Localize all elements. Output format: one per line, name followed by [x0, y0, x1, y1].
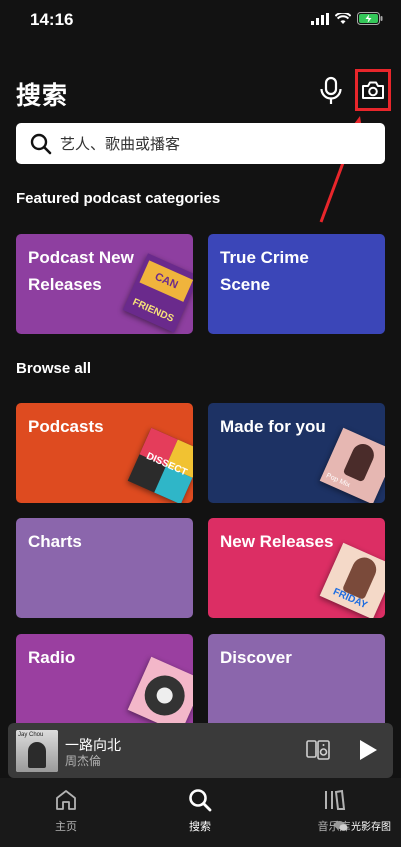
wechat-icon	[334, 820, 348, 831]
tab-search[interactable]: 搜索	[160, 788, 240, 834]
search-input[interactable]: 艺人、歌曲或播客	[16, 123, 385, 164]
wifi-icon	[335, 12, 351, 24]
play-icon[interactable]	[358, 739, 378, 761]
tile-label: Radio	[28, 648, 76, 667]
tile-charts[interactable]: Charts	[16, 518, 193, 618]
tile-label: New Releases	[220, 532, 334, 551]
now-playing-bar[interactable]: Jay Chou 一路向北 周杰倫	[8, 723, 393, 778]
search-icon	[30, 133, 52, 154]
cover-text: FRIENDS	[130, 296, 176, 325]
search-icon	[189, 789, 212, 812]
battery-charging-icon	[357, 12, 383, 25]
camera-button[interactable]	[355, 69, 391, 111]
section-title-browse: Browse all	[16, 360, 92, 377]
tab-label: 搜索	[189, 821, 211, 833]
song-artist: 周杰倫	[65, 754, 102, 768]
tile-label: Podcasts	[28, 417, 104, 436]
tile-true-crime-scene[interactable]: True Crime Scene	[208, 234, 385, 334]
status-time: 14:16	[30, 10, 74, 29]
tile-label: Charts	[28, 532, 82, 551]
section-title-featured: Featured podcast categories	[16, 190, 221, 207]
camera-icon	[362, 81, 384, 99]
connect-device-icon[interactable]	[306, 738, 330, 762]
tile-discover[interactable]: Discover	[208, 634, 385, 734]
page-title: 搜索	[16, 82, 69, 110]
tab-home[interactable]: 主页	[26, 788, 106, 834]
tile-new-releases[interactable]: New Releases FRIDAY	[208, 518, 385, 618]
tile-label: Made for you	[220, 417, 326, 436]
tile-label: Podcast New Releases	[28, 248, 134, 294]
album-art: Jay Chou	[16, 730, 58, 772]
home-icon	[56, 790, 76, 810]
signal-icon	[311, 12, 329, 25]
microphone-button[interactable]	[318, 76, 344, 106]
tile-podcasts[interactable]: Podcasts DISSECT	[16, 403, 193, 503]
watermark: 光影存图	[334, 818, 391, 833]
microphone-icon	[320, 76, 342, 104]
tile-label: Discover	[220, 648, 292, 667]
tile-label: True Crime Scene	[220, 248, 309, 294]
album-text: Jay Chou	[18, 732, 44, 738]
bottom-tab-bar: 主页 搜索 音乐库	[0, 778, 401, 847]
tile-made-for-you[interactable]: Made for you Pop Mix	[208, 403, 385, 503]
watermark-text: 光影存图	[351, 822, 391, 833]
library-icon	[325, 789, 346, 810]
status-icons	[311, 12, 383, 25]
tile-podcast-new-releases[interactable]: Podcast New Releases CAN FRIENDS	[16, 234, 193, 334]
search-placeholder: 艺人、歌曲或播客	[60, 136, 181, 153]
tab-label: 主页	[55, 821, 77, 833]
tile-radio[interactable]: Radio	[16, 634, 193, 734]
